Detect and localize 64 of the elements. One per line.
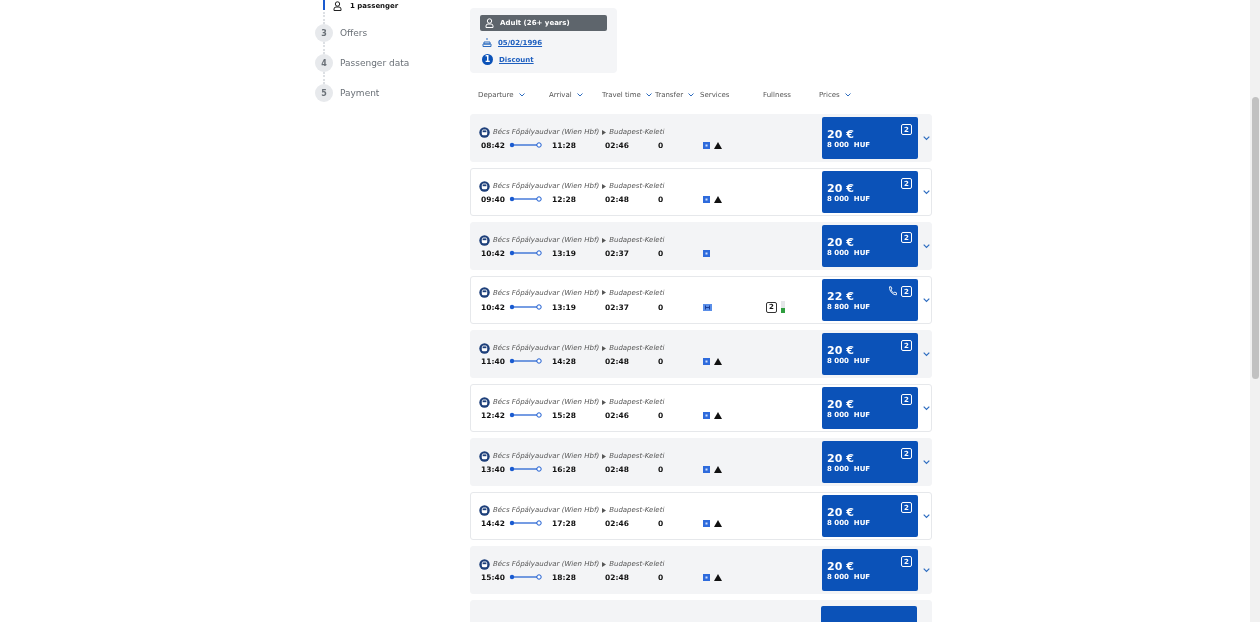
chevron-down-icon (645, 93, 652, 97)
chevron-down-icon[interactable] (923, 513, 930, 519)
arrow-right-icon (602, 453, 607, 459)
chevron-down-icon (844, 93, 851, 97)
step-number: 4 (315, 54, 333, 72)
train-logo-icon (479, 126, 490, 138)
arrow-right-icon (602, 345, 607, 351)
price-eur: 20 € (827, 398, 855, 411)
chevron-down-icon[interactable] (923, 459, 930, 465)
chevron-down-icon[interactable] (923, 351, 930, 357)
chevron-down-icon (576, 93, 583, 97)
timeline-icon (509, 574, 542, 580)
chevron-down-icon[interactable] (923, 405, 930, 411)
chevron-down-icon[interactable] (923, 243, 930, 249)
step-label: Offers (340, 28, 368, 38)
timeline-icon (509, 196, 542, 202)
price-eur: 20 € (827, 560, 855, 573)
arrow-right-icon (602, 507, 607, 513)
price-eur: 20 € (827, 128, 855, 141)
chevron-down-icon[interactable] (923, 297, 930, 303)
phone-icon (888, 286, 897, 296)
timeline-icon (509, 466, 542, 472)
price-eur: 20 € (827, 452, 855, 465)
arrow-right-icon (602, 183, 607, 189)
timeline-icon (509, 520, 542, 526)
arrow-right-icon (602, 129, 607, 135)
discount-count: 1 (482, 54, 493, 65)
train-logo-icon (479, 342, 490, 354)
scrollbar-thumb[interactable] (1252, 97, 1259, 379)
chevron-down-icon (688, 93, 695, 97)
person-icon (485, 18, 494, 28)
price-eur: 20 € (827, 506, 855, 519)
price-eur: 20 € (827, 344, 855, 357)
fullness-meter (781, 301, 785, 313)
step-label: Payment (340, 88, 380, 98)
train-logo-icon (479, 396, 490, 408)
chevron-down-icon (518, 93, 525, 97)
train-logo-icon (479, 234, 490, 246)
price-eur: 20 € (827, 236, 855, 249)
train-logo-icon (479, 450, 490, 462)
timeline-icon (509, 142, 542, 148)
person-icon (333, 1, 342, 11)
arrow-right-icon (602, 237, 607, 243)
train-logo-icon (479, 558, 490, 570)
price-eur: 20 € (827, 182, 855, 195)
arrow-right-icon (602, 399, 607, 405)
train-logo-icon (479, 504, 490, 516)
scrollbar[interactable] (1250, 0, 1260, 622)
timeline-icon (509, 304, 542, 310)
step-label: Passenger data (340, 58, 410, 68)
timeline-icon (509, 250, 542, 256)
train-logo-icon (479, 180, 490, 192)
chevron-down-icon[interactable] (923, 189, 930, 195)
chevron-down-icon[interactable] (923, 135, 930, 141)
timeline-icon (509, 358, 542, 364)
timeline-icon (509, 412, 542, 418)
train-logo-icon (479, 287, 490, 298)
price-eur: 22 € (827, 290, 855, 303)
arrow-right-icon (602, 290, 607, 295)
cake-icon (482, 38, 492, 47)
step-number: 5 (315, 84, 333, 102)
chevron-down-icon[interactable] (923, 567, 930, 573)
arrow-right-icon (602, 561, 607, 567)
step-number: 3 (315, 24, 333, 42)
